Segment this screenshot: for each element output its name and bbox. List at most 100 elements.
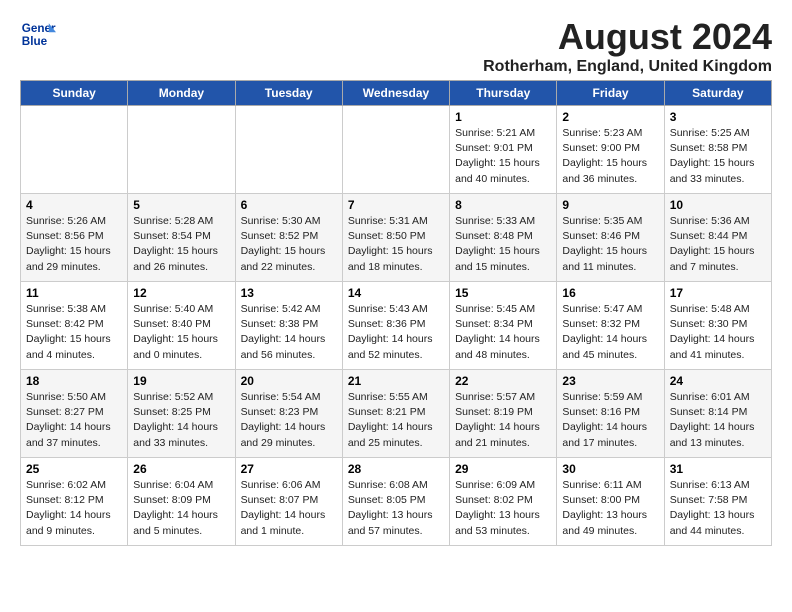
day-cell: 24Sunrise: 6:01 AM Sunset: 8:14 PM Dayli… <box>664 370 771 458</box>
calendar-header-row: SundayMondayTuesdayWednesdayThursdayFrid… <box>21 81 772 106</box>
day-number: 13 <box>241 286 337 300</box>
day-cell: 16 Sunrise: 5:47 AM Sunset: 8:32 PM Dayli… <box>557 282 664 370</box>
day-info: Sunrise: 5:59 AM Sunset: 8:16 PM Dayligh… <box>562 390 658 451</box>
day-number: 23 <box>562 374 658 388</box>
day-number: 1 <box>455 110 551 124</box>
day-number: 29 <box>455 462 551 476</box>
day-cell: 18Sunrise: 5:50 AM Sunset: 8:27 PM Dayli… <box>21 370 128 458</box>
header-cell-saturday: Saturday <box>664 81 771 106</box>
day-cell: 22 Sunrise: 5:57 AM Sunset: 8:19 PM Dayli… <box>450 370 557 458</box>
day-cell: 15Sunrise: 5:45 AM Sunset: 8:34 PM Dayli… <box>450 282 557 370</box>
day-info: Sunrise: 6:11 AM Sunset: 8:00 PM Dayligh… <box>562 478 658 539</box>
day-number: 27 <box>241 462 337 476</box>
day-cell: 5 Sunrise: 5:28 AM Sunset: 8:54 PM Daylig… <box>128 194 235 282</box>
day-number: 5 <box>133 198 229 212</box>
day-info: Sunrise: 5:50 AM Sunset: 8:27 PM Dayligh… <box>26 390 122 451</box>
week-row-5: 25 Sunrise: 6:02 AM Sunset: 8:12 PM Dayli… <box>21 458 772 546</box>
day-cell: 31Sunrise: 6:13 AM Sunset: 7:58 PM Dayli… <box>664 458 771 546</box>
day-cell: 20Sunrise: 5:54 AM Sunset: 8:23 PM Dayli… <box>235 370 342 458</box>
day-number: 7 <box>348 198 444 212</box>
day-info: Sunrise: 5:28 AM Sunset: 8:54 PM Dayligh… <box>133 214 229 275</box>
day-cell: 10 Sunrise: 5:36 AM Sunset: 8:44 PM Dayli… <box>664 194 771 282</box>
day-number: 3 <box>670 110 766 124</box>
day-info: Sunrise: 6:04 AM Sunset: 8:09 PM Dayligh… <box>133 478 229 539</box>
week-row-2: 4 Sunrise: 5:26 AM Sunset: 8:56 PM Daylig… <box>21 194 772 282</box>
day-info: Sunrise: 5:38 AM Sunset: 8:42 PM Dayligh… <box>26 302 122 363</box>
day-number: 21 <box>348 374 444 388</box>
day-cell: 26 Sunrise: 6:04 AM Sunset: 8:09 PM Dayli… <box>128 458 235 546</box>
day-cell: 9 Sunrise: 5:35 AM Sunset: 8:46 PM Daylig… <box>557 194 664 282</box>
day-info: Sunrise: 5:36 AM Sunset: 8:44 PM Dayligh… <box>670 214 766 275</box>
calendar-table: SundayMondayTuesdayWednesdayThursdayFrid… <box>20 80 772 546</box>
day-cell: 3 Sunrise: 5:25 AM Sunset: 8:58 PM Daylig… <box>664 106 771 194</box>
day-info: Sunrise: 5:23 AM Sunset: 9:00 PM Dayligh… <box>562 126 658 187</box>
location-subtitle: Rotherham, England, United Kingdom <box>483 58 772 76</box>
header-cell-friday: Friday <box>557 81 664 106</box>
day-info: Sunrise: 5:26 AM Sunset: 8:56 PM Dayligh… <box>26 214 122 275</box>
day-number: 25 <box>26 462 122 476</box>
day-info: Sunrise: 5:40 AM Sunset: 8:40 PM Dayligh… <box>133 302 229 363</box>
day-info: Sunrise: 5:25 AM Sunset: 8:58 PM Dayligh… <box>670 126 766 187</box>
day-number: 11 <box>26 286 122 300</box>
day-cell: 11 Sunrise: 5:38 AM Sunset: 8:42 PM Dayli… <box>21 282 128 370</box>
day-info: Sunrise: 6:06 AM Sunset: 8:07 PM Dayligh… <box>241 478 337 539</box>
logo-icon: General Blue <box>20 16 56 52</box>
day-info: Sunrise: 6:08 AM Sunset: 8:05 PM Dayligh… <box>348 478 444 539</box>
day-number: 19 <box>133 374 229 388</box>
month-year-title: August 2024 <box>483 16 772 58</box>
day-cell: 28Sunrise: 6:08 AM Sunset: 8:05 PM Dayli… <box>342 458 449 546</box>
day-number: 10 <box>670 198 766 212</box>
day-cell: 1 Sunrise: 5:21 AM Sunset: 9:01 PM Daylig… <box>450 106 557 194</box>
day-number: 20 <box>241 374 337 388</box>
day-cell: 23 Sunrise: 5:59 AM Sunset: 8:16 PM Dayli… <box>557 370 664 458</box>
day-cell: 6Sunrise: 5:30 AM Sunset: 8:52 PM Daylig… <box>235 194 342 282</box>
day-number: 31 <box>670 462 766 476</box>
header-cell-monday: Monday <box>128 81 235 106</box>
day-cell: 8Sunrise: 5:33 AM Sunset: 8:48 PM Daylig… <box>450 194 557 282</box>
day-number: 4 <box>26 198 122 212</box>
day-number: 6 <box>241 198 337 212</box>
page-header: General Blue August 2024 Rotherham, Engl… <box>20 16 772 76</box>
day-info: Sunrise: 5:35 AM Sunset: 8:46 PM Dayligh… <box>562 214 658 275</box>
day-info: Sunrise: 5:57 AM Sunset: 8:19 PM Dayligh… <box>455 390 551 451</box>
day-info: Sunrise: 6:02 AM Sunset: 8:12 PM Dayligh… <box>26 478 122 539</box>
day-info: Sunrise: 5:47 AM Sunset: 8:32 PM Dayligh… <box>562 302 658 363</box>
day-cell: 13Sunrise: 5:42 AM Sunset: 8:38 PM Dayli… <box>235 282 342 370</box>
day-cell: 27 Sunrise: 6:06 AM Sunset: 8:07 PM Dayli… <box>235 458 342 546</box>
header-cell-thursday: Thursday <box>450 81 557 106</box>
day-info: Sunrise: 5:52 AM Sunset: 8:25 PM Dayligh… <box>133 390 229 451</box>
day-cell: 4 Sunrise: 5:26 AM Sunset: 8:56 PM Daylig… <box>21 194 128 282</box>
day-cell: 21 Sunrise: 5:55 AM Sunset: 8:21 PM Dayli… <box>342 370 449 458</box>
day-cell: 17Sunrise: 5:48 AM Sunset: 8:30 PM Dayli… <box>664 282 771 370</box>
day-number: 9 <box>562 198 658 212</box>
week-row-3: 11 Sunrise: 5:38 AM Sunset: 8:42 PM Dayli… <box>21 282 772 370</box>
header-cell-tuesday: Tuesday <box>235 81 342 106</box>
logo: General Blue <box>20 16 56 52</box>
week-row-1: 1 Sunrise: 5:21 AM Sunset: 9:01 PM Daylig… <box>21 106 772 194</box>
day-info: Sunrise: 5:33 AM Sunset: 8:48 PM Dayligh… <box>455 214 551 275</box>
day-cell: 14Sunrise: 5:43 AM Sunset: 8:36 PM Dayli… <box>342 282 449 370</box>
calendar-body: 1 Sunrise: 5:21 AM Sunset: 9:01 PM Daylig… <box>21 106 772 546</box>
day-cell <box>342 106 449 194</box>
day-info: Sunrise: 5:55 AM Sunset: 8:21 PM Dayligh… <box>348 390 444 451</box>
day-number: 15 <box>455 286 551 300</box>
day-number: 16 <box>562 286 658 300</box>
day-number: 22 <box>455 374 551 388</box>
day-info: Sunrise: 5:31 AM Sunset: 8:50 PM Dayligh… <box>348 214 444 275</box>
day-info: Sunrise: 5:48 AM Sunset: 8:30 PM Dayligh… <box>670 302 766 363</box>
header-cell-wednesday: Wednesday <box>342 81 449 106</box>
day-number: 26 <box>133 462 229 476</box>
day-cell: 19 Sunrise: 5:52 AM Sunset: 8:25 PM Dayli… <box>128 370 235 458</box>
day-number: 12 <box>133 286 229 300</box>
day-cell: 30Sunrise: 6:11 AM Sunset: 8:00 PM Dayli… <box>557 458 664 546</box>
day-cell <box>128 106 235 194</box>
day-number: 14 <box>348 286 444 300</box>
day-info: Sunrise: 6:01 AM Sunset: 8:14 PM Dayligh… <box>670 390 766 451</box>
day-info: Sunrise: 6:09 AM Sunset: 8:02 PM Dayligh… <box>455 478 551 539</box>
svg-text:Blue: Blue <box>22 35 48 48</box>
week-row-4: 18Sunrise: 5:50 AM Sunset: 8:27 PM Dayli… <box>21 370 772 458</box>
day-info: Sunrise: 5:21 AM Sunset: 9:01 PM Dayligh… <box>455 126 551 187</box>
day-cell: 2 Sunrise: 5:23 AM Sunset: 9:00 PM Daylig… <box>557 106 664 194</box>
day-cell: 12 Sunrise: 5:40 AM Sunset: 8:40 PM Dayli… <box>128 282 235 370</box>
day-number: 2 <box>562 110 658 124</box>
